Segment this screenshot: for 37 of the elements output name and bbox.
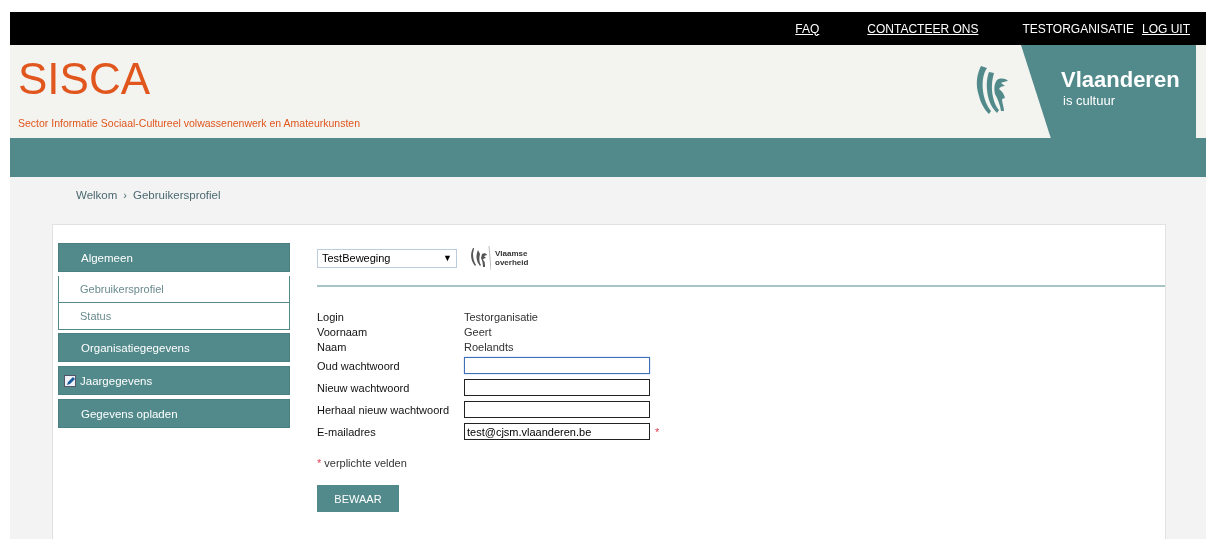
sidebar-section[interactable]: Jaargegevens <box>58 366 290 395</box>
field-value: Roelandts <box>464 341 515 353</box>
field-label: Nieuw wachtwoord <box>317 381 411 394</box>
field-value: Testorganisatie <box>464 311 539 323</box>
required-mark: * <box>654 425 661 438</box>
top-nav-link[interactable]: LOG UIT <box>1142 21 1190 36</box>
sidebar-item[interactable]: Status <box>58 303 290 330</box>
required-mark: * <box>317 457 322 469</box>
site-subtitle: Sector Informatie Sociaal-Cultureel volwassenenwerk en Amateurkunsten <box>18 117 361 129</box>
top-nav-link[interactable]: CONTACTEER ONS <box>867 21 979 36</box>
sidebar-section[interactable]: Algemeen <box>58 243 290 272</box>
field-label: E-mailadres <box>317 425 377 438</box>
field-label: Voornaam <box>317 326 369 338</box>
site-title: SISCA <box>18 55 152 103</box>
sidebar-item[interactable]: Gebruikersprofiel <box>58 276 290 303</box>
sidebar-section[interactable]: Gegevens opladen <box>58 399 290 428</box>
required-fields-note: verplichte velden <box>324 457 407 469</box>
government-logo-text: Vlaamse overheid <box>495 249 529 267</box>
sidebar-section[interactable]: Organisatiegegevens <box>58 333 290 362</box>
breadcrumb-separator: › <box>123 189 127 203</box>
breadcrumb-link[interactable]: Gebruikersprofiel <box>133 189 221 224</box>
input-field[interactable] <box>464 401 650 418</box>
top-nav-link[interactable]: FAQ <box>795 21 820 36</box>
save-button[interactable]: BEWAAR <box>317 485 399 512</box>
breadcrumb-link[interactable]: Welkom <box>76 189 118 224</box>
brand-tagline: is cultuur <box>1063 93 1117 108</box>
input-field[interactable]: test@cjsm.vlaanderen.be <box>464 423 650 440</box>
input-field[interactable] <box>464 357 650 374</box>
field-label: Oud wachtwoord <box>317 359 401 372</box>
field-label: Herhaal nieuw wachtwoord <box>317 403 451 416</box>
organisation-select[interactable]: TestBeweging ▼ <box>317 248 457 268</box>
input-field[interactable] <box>464 379 650 396</box>
field-label: Login <box>317 311 345 323</box>
field-value: Geert <box>464 326 493 338</box>
field-label: Naam <box>317 341 348 353</box>
brand-name: Vlaanderen <box>1061 67 1181 93</box>
organisation-name: TESTORGANISATIE <box>1022 21 1134 36</box>
